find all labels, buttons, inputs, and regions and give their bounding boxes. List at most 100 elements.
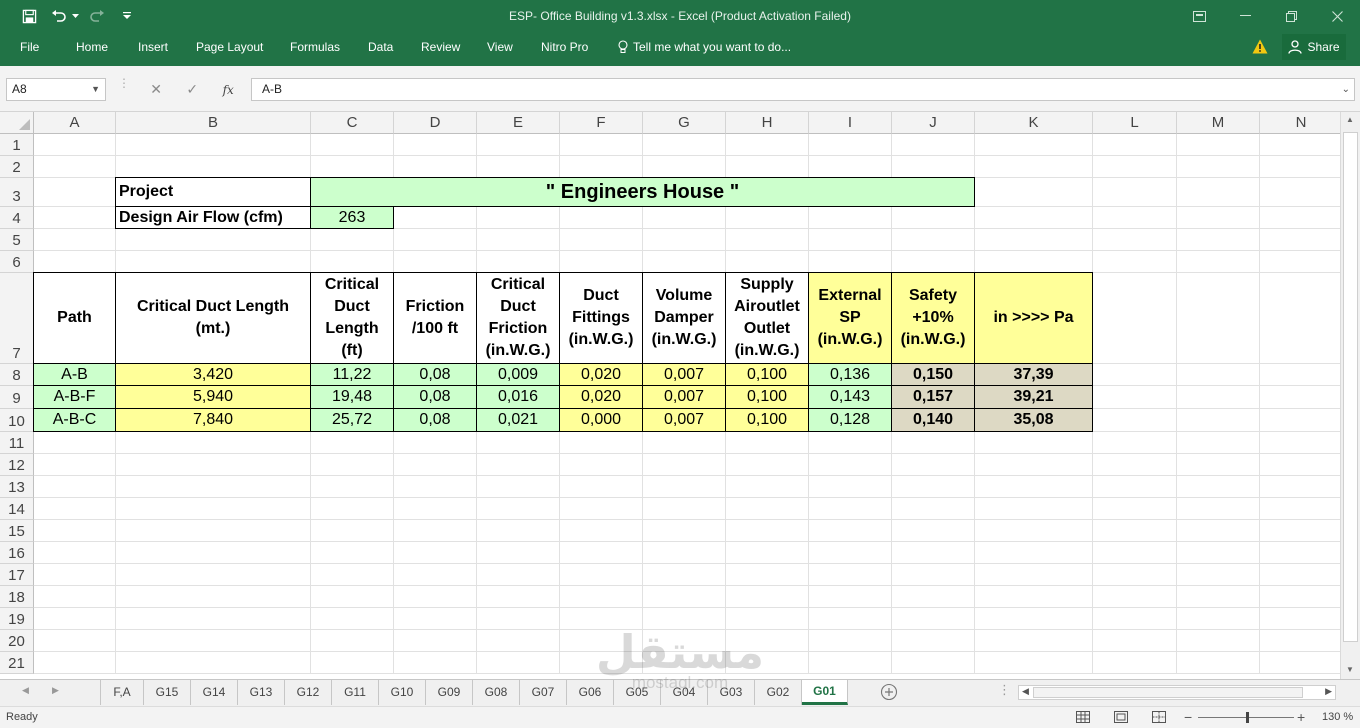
sheet-tab-g01[interactable]: G01 (802, 680, 848, 705)
column-header-k[interactable]: K (975, 112, 1093, 134)
vertical-scroll-thumb[interactable] (1343, 132, 1358, 642)
table-data-cell[interactable]: A-B (33, 363, 116, 386)
row-header-2[interactable]: 2 (0, 156, 34, 178)
undo-dropdown-icon[interactable] (70, 0, 80, 32)
column-header-h[interactable]: H (726, 112, 809, 134)
table-data-cell[interactable]: 0,150 (891, 363, 975, 386)
sheet-tab-g03[interactable]: G03 (708, 680, 755, 705)
row-header-14[interactable]: 14 (0, 498, 34, 520)
table-data-cell[interactable]: 0,100 (725, 363, 809, 386)
sheet-tab-g02[interactable]: G02 (755, 680, 802, 705)
row-header-18[interactable]: 18 (0, 586, 34, 608)
row-header-10[interactable]: 10 (0, 409, 34, 432)
column-header-b[interactable]: B (116, 112, 311, 134)
row-header-12[interactable]: 12 (0, 454, 34, 476)
table-header-cell[interactable]: in >>>> Pa (974, 272, 1093, 364)
row-header-3[interactable]: 3 (0, 178, 34, 207)
horizontal-scroll-thumb[interactable] (1033, 687, 1303, 698)
scroll-right-icon[interactable]: ▶ (1325, 686, 1332, 697)
restore-icon[interactable] (1268, 0, 1314, 32)
row-header-15[interactable]: 15 (0, 520, 34, 542)
row-header-13[interactable]: 13 (0, 476, 34, 498)
table-data-cell[interactable]: 0,08 (393, 408, 477, 432)
worksheet-grid[interactable]: ABCDEFGHIJKLMN 1 2 3 4 5 6 7 8 9 10 11 12 13 14 15 16 17… (0, 112, 1360, 679)
sheet-tab-g13[interactable]: G13 (238, 680, 285, 705)
row-header-17[interactable]: 17 (0, 564, 34, 586)
scroll-left-icon[interactable]: ◀ (1022, 686, 1029, 697)
row-header-20[interactable]: 20 (0, 630, 34, 652)
table-data-cell[interactable]: 0,021 (476, 408, 560, 432)
sheet-tab-g15[interactable]: G15 (144, 680, 191, 705)
table-data-cell[interactable]: A-B-C (33, 408, 116, 432)
table-data-cell[interactable]: 0,020 (559, 363, 643, 386)
row-header-5[interactable]: 5 (0, 229, 34, 251)
table-data-cell[interactable]: 0,08 (393, 385, 477, 409)
normal-view-icon[interactable] (1076, 711, 1090, 726)
page-layout-view-icon[interactable] (1114, 711, 1128, 726)
zoom-in-icon[interactable]: + (1297, 709, 1305, 725)
tab-page-layout[interactable]: Page Layout (196, 32, 263, 62)
sheet-tab-g11[interactable]: G11 (332, 680, 379, 705)
tab-insert[interactable]: Insert (138, 32, 168, 62)
table-data-cell[interactable]: 5,940 (115, 385, 311, 409)
column-header-n[interactable]: N (1260, 112, 1343, 134)
table-header-cell[interactable]: Critical Duct Length (mt.) (115, 272, 311, 364)
column-header-d[interactable]: D (394, 112, 477, 134)
redo-icon[interactable] (86, 0, 108, 32)
tab-file[interactable]: File (20, 32, 39, 62)
scroll-tabs-right-icon[interactable]: ▶ (52, 685, 59, 696)
tab-data[interactable]: Data (368, 32, 393, 62)
sheet-tab-g04[interactable]: G04 (661, 680, 708, 705)
table-data-cell[interactable]: 39,21 (974, 385, 1093, 409)
share-button[interactable]: Share (1282, 34, 1346, 60)
table-data-cell[interactable]: 0,009 (476, 363, 560, 386)
select-all-button[interactable] (0, 112, 34, 134)
table-header-cell[interactable]: Friction/100 ft (393, 272, 477, 364)
zoom-slider-thumb[interactable] (1246, 712, 1249, 723)
table-header-cell[interactable]: External SP (in.W.G.) (808, 272, 892, 364)
table-data-cell[interactable]: 0,136 (808, 363, 892, 386)
sheet-tab-g09[interactable]: G09 (426, 680, 473, 705)
column-header-l[interactable]: L (1093, 112, 1177, 134)
sheet-tab-fa[interactable]: F,A (100, 680, 144, 705)
cell-project-label[interactable]: Project (115, 177, 311, 207)
table-data-cell[interactable]: 0,016 (476, 385, 560, 409)
table-data-cell[interactable]: 0,08 (393, 363, 477, 386)
sheet-tab-g10[interactable]: G10 (379, 680, 426, 705)
formula-input[interactable]: A-B ⌄ (251, 78, 1355, 101)
column-header-m[interactable]: M (1177, 112, 1260, 134)
table-data-cell[interactable]: 0,140 (891, 408, 975, 432)
scroll-down-icon[interactable]: ▼ (1346, 665, 1354, 674)
table-data-cell[interactable]: 25,72 (310, 408, 394, 432)
row-header-4[interactable]: 4 (0, 207, 34, 229)
row-header-16[interactable]: 16 (0, 542, 34, 564)
column-header-e[interactable]: E (477, 112, 560, 134)
minimize-icon[interactable] (1222, 0, 1268, 32)
customize-toolbar-icon[interactable] (120, 0, 134, 32)
expand-formula-bar-icon[interactable]: ⌄ (1342, 79, 1350, 100)
cell-project-name[interactable]: " Engineers House " (310, 177, 975, 207)
sheet-tab-g14[interactable]: G14 (191, 680, 238, 705)
close-icon[interactable] (1314, 0, 1360, 32)
sheet-tab-g12[interactable]: G12 (285, 680, 332, 705)
column-header-i[interactable]: I (809, 112, 892, 134)
scroll-up-icon[interactable]: ▲ (1346, 115, 1354, 124)
table-data-cell[interactable]: 37,39 (974, 363, 1093, 386)
tab-formulas[interactable]: Formulas (290, 32, 340, 62)
tab-home[interactable]: Home (76, 32, 108, 62)
name-box[interactable]: A8 ▼ (6, 78, 106, 101)
table-header-cell[interactable]: Critical Duct Friction (in.W.G.) (476, 272, 560, 364)
table-data-cell[interactable]: 0,100 (725, 408, 809, 432)
table-data-cell[interactable]: 3,420 (115, 363, 311, 386)
table-data-cell[interactable]: 0,020 (559, 385, 643, 409)
cell-design-airflow-value[interactable]: 263 (310, 206, 394, 229)
scroll-tabs-left-icon[interactable]: ◀ (22, 685, 29, 696)
table-data-cell[interactable]: 0,007 (642, 408, 726, 432)
table-data-cell[interactable]: 0,100 (725, 385, 809, 409)
row-header-7[interactable]: 7 (0, 273, 34, 364)
enter-icon[interactable]: ✓ (186, 81, 198, 98)
ribbon-display-options-icon[interactable] (1176, 0, 1222, 32)
save-icon[interactable] (18, 0, 40, 32)
table-data-cell[interactable]: 0,143 (808, 385, 892, 409)
sheet-tab-g06[interactable]: G06 (567, 680, 614, 705)
